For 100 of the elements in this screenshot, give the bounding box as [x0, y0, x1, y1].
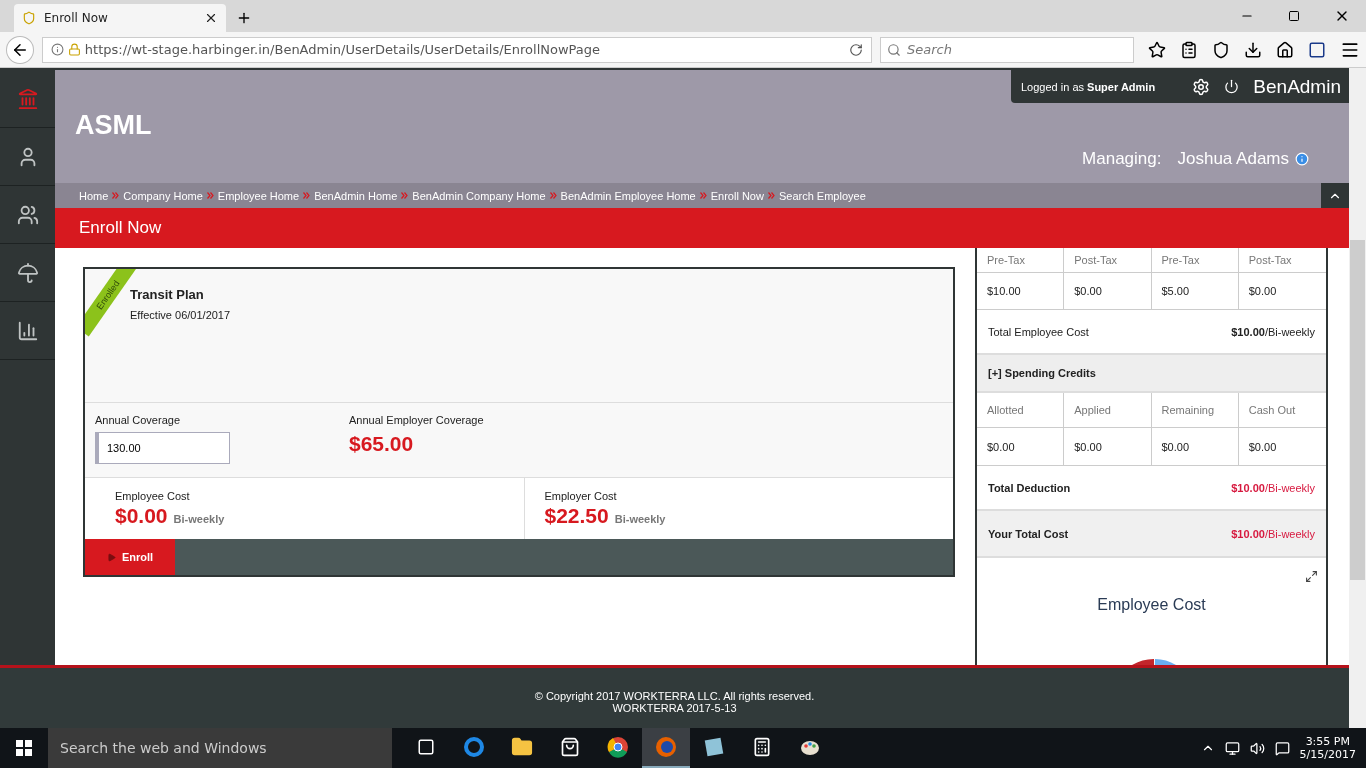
tab-title: Enroll Now	[44, 11, 109, 25]
logged-in-text: Logged in as Super Admin	[1021, 80, 1157, 93]
reload-icon[interactable]	[849, 42, 863, 57]
column-header: Allotted	[977, 393, 1065, 427]
managing-label: Managing:	[1082, 149, 1162, 169]
double-chevron-icon	[303, 192, 311, 199]
double-chevron-icon	[767, 192, 775, 199]
cost-amount: $22.50	[544, 503, 609, 528]
table-cell: $10.00	[977, 273, 1065, 309]
cost-period: Bi-weekly	[173, 512, 225, 525]
close-icon[interactable]	[204, 11, 218, 25]
download-icon[interactable]	[1244, 40, 1262, 59]
url-text: https://wt-stage.harbinger.in/BenAdmin/UserDetails/UserDetails/EnrollNowPage	[84, 42, 602, 57]
plan-title: Transit Plan	[130, 287, 205, 302]
clock-date: 5/15/2017	[1299, 748, 1356, 761]
table-cell: $0.00	[977, 428, 1065, 465]
scrollbar[interactable]	[1349, 68, 1366, 728]
windows-icon	[16, 740, 32, 756]
notepad-icon	[703, 736, 725, 758]
double-chevron-icon	[112, 192, 120, 199]
table-cell: $0.00	[1151, 428, 1239, 465]
chart-title: Employee Cost	[1097, 596, 1206, 614]
breadcrumb-link[interactable]: BenAdmin Company Home	[412, 189, 546, 202]
cost-label: Employee Cost	[115, 489, 191, 502]
breadcrumb-link[interactable]: BenAdmin Employee Home	[560, 189, 696, 202]
home-icon	[16, 87, 39, 110]
breadcrumb-link[interactable]: Company Home	[123, 189, 203, 202]
expand-icon[interactable]	[1305, 570, 1318, 583]
app-name: BenAdmin	[1253, 75, 1341, 98]
total-deduction-value: $10.00/Bi-weekly	[1231, 481, 1315, 494]
breadcrumb-link[interactable]: Employee Home	[217, 189, 300, 202]
page-title: Enroll Now	[79, 218, 162, 238]
version-text: WORKTERRA 2017-5-13	[612, 702, 737, 714]
shopping-bag-icon	[560, 737, 580, 757]
cost-label: Employer Cost	[544, 489, 618, 502]
users-icon	[16, 203, 39, 226]
cost-period: Bi-weekly	[614, 512, 666, 525]
column-header: Cash Out	[1247, 403, 1297, 418]
info-icon[interactable]	[50, 43, 64, 56]
taskbar-search-field[interactable]: Search the web and Windows	[48, 728, 392, 768]
clock[interactable]: 3:55 PM 5/15/2017	[1299, 735, 1356, 761]
cost-amount: $0.00	[115, 503, 168, 528]
browser-icon	[607, 736, 629, 758]
total-deduction-label: Total Deduction	[988, 481, 1071, 494]
back-button[interactable]	[6, 35, 34, 64]
play-icon	[106, 552, 116, 562]
bar-chart-icon	[16, 319, 39, 342]
column-header: Pre-Tax	[1151, 248, 1239, 272]
calculator-icon	[752, 737, 772, 757]
star-icon[interactable]	[1148, 40, 1166, 59]
shield-icon[interactable]	[1212, 40, 1230, 59]
browser-icon	[463, 736, 485, 758]
folder-icon	[511, 736, 533, 758]
address-bar[interactable]: https://wt-stage.harbinger.in/BenAdmin/UserDetails/UserDetails/EnrollNowPage	[41, 36, 872, 63]
table-cell: $5.00	[1151, 273, 1239, 309]
double-chevron-icon	[699, 192, 707, 199]
maximize-icon[interactable]	[1288, 10, 1300, 22]
double-chevron-icon	[401, 192, 409, 199]
task-view-icon	[417, 738, 435, 756]
your-total-cost-value: $10.00/Bi-weekly	[1231, 527, 1315, 540]
notifications-icon[interactable]	[1274, 740, 1290, 756]
column-header: Pre-Tax	[977, 248, 1065, 272]
employer-coverage-label: Annual Employer Coverage	[349, 414, 485, 427]
browser-tab[interactable]: Enroll Now	[14, 4, 226, 32]
umbrella-icon	[16, 261, 39, 284]
search-field[interactable]: Search	[880, 36, 1134, 63]
reading-list-icon[interactable]	[1180, 40, 1198, 59]
managing-name: Joshua Adams	[1177, 149, 1289, 169]
effective-date: Effective 06/01/2017	[130, 309, 232, 321]
clock-time: 3:55 PM	[1305, 735, 1350, 748]
site-icon	[22, 11, 36, 25]
breadcrumb-link[interactable]: BenAdmin Home	[314, 189, 398, 202]
employer-coverage-amount: $65.00	[349, 432, 415, 457]
breadcrumb-link[interactable]: Search Employee	[778, 189, 866, 202]
new-tab-icon[interactable]	[236, 10, 252, 26]
double-chevron-icon	[206, 192, 214, 199]
volume-icon[interactable]	[1249, 740, 1265, 756]
table-cell-text: $0.00	[1247, 284, 1278, 299]
double-chevron-icon	[549, 192, 557, 199]
spending-credits-toggle[interactable]: [+] Spending Credits	[988, 367, 1096, 379]
table-cell-text: $0.00	[1247, 439, 1278, 455]
coverage-input[interactable]: 130.00	[95, 432, 230, 465]
network-icon[interactable]	[1224, 740, 1240, 756]
column-header: Applied	[1064, 393, 1152, 427]
enroll-button[interactable]: Enroll	[85, 539, 175, 575]
home-icon[interactable]	[1276, 40, 1294, 59]
lock-icon	[67, 43, 81, 56]
search-icon	[887, 42, 901, 57]
breadcrumb-link[interactable]: Home	[79, 189, 109, 202]
column-header: Post-Tax	[1064, 248, 1152, 272]
your-total-cost-label: Your Total Cost	[988, 527, 1069, 540]
total-employee-cost-value: $10.00/Bi-weekly	[1231, 325, 1315, 338]
column-header: Post-Tax	[1247, 253, 1293, 268]
breadcrumb-link[interactable]: Enroll Now	[710, 189, 764, 202]
power-icon[interactable]	[1224, 79, 1240, 94]
table-cell: $0.00	[1064, 428, 1152, 465]
settings-icon[interactable]	[1192, 77, 1211, 96]
column-header: Remaining	[1151, 393, 1239, 427]
table-cell: $0.00	[1064, 273, 1152, 309]
total-employee-cost-label: Total Employee Cost	[988, 325, 1089, 338]
